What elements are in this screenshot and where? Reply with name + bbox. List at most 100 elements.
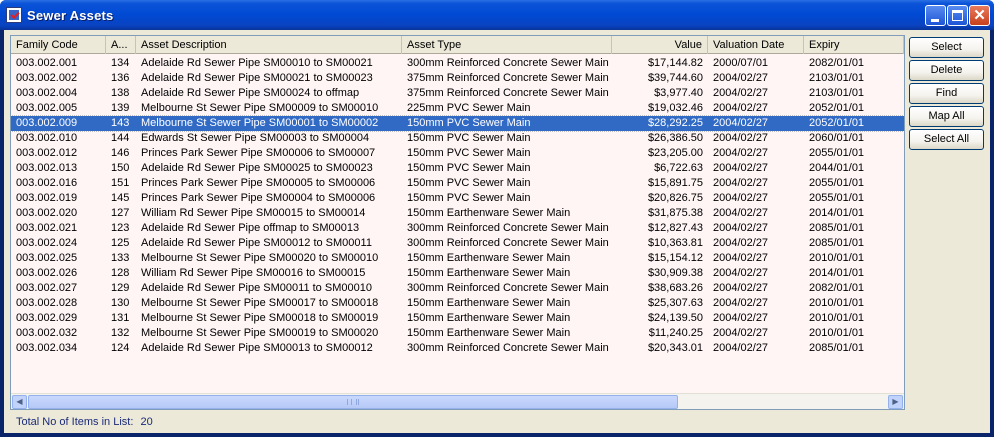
valuation-date-cell: 2004/02/27 <box>713 177 769 189</box>
family-code-cell: 003.002.016 <box>16 177 78 189</box>
value-cell: $6,722.63 <box>654 162 703 174</box>
asset-description-cell: William Rd Sewer Pipe SM00016 to SM00015 <box>141 267 366 279</box>
asset-description-cell: Adelaide Rd Sewer Pipe SM00011 to SM0001… <box>141 282 372 294</box>
asset-type-cell: 300mm Reinforced Concrete Sewer Main <box>407 342 609 354</box>
select-all-button[interactable]: Select All <box>909 129 984 150</box>
valuation-date-cell: 2004/02/27 <box>713 162 769 174</box>
family-code-cell: 003.002.024 <box>16 237 78 249</box>
map-all-button[interactable]: Map All <box>909 106 984 127</box>
family-code-cell: 003.002.001 <box>16 57 78 69</box>
find-button[interactable]: Find <box>909 83 984 104</box>
delete-button[interactable]: Delete <box>909 60 984 81</box>
asset-description-cell: Adelaide Rd Sewer Pipe SM00024 to offmap <box>141 87 360 99</box>
value-cell: $11,240.25 <box>648 327 703 339</box>
expiry-cell: 2014/01/01 <box>809 207 865 219</box>
asset-no-cell: 138 <box>111 87 130 99</box>
table-row[interactable]: 003.002.034 124 Adelaide Rd Sewer Pipe SM0… <box>11 341 904 356</box>
asset-description-cell: Melbourne St Sewer Pipe SM00019 to SM000… <box>141 327 379 339</box>
total-items-count: 20 <box>140 416 153 428</box>
table-row[interactable]: 003.002.012 146 Princes Park Sewer Pipe SM… <box>11 146 904 161</box>
table-row[interactable]: 003.002.004 138 Adelaide Rd Sewer Pipe SM0… <box>11 86 904 101</box>
family-code-cell: 003.002.021 <box>16 222 78 234</box>
family-code-cell: 003.002.027 <box>16 282 78 294</box>
title-bar[interactable]: Sewer Assets ✕ <box>0 0 994 30</box>
column-header-asset-type[interactable]: Asset Type <box>402 36 612 54</box>
table-row[interactable]: 003.002.029 131 Melbourne St Sewer Pipe SM… <box>11 311 904 326</box>
asset-type-cell: 150mm PVC Sewer Main <box>407 162 531 174</box>
value-cell: $28,292.25 <box>647 117 703 129</box>
expiry-cell: 2044/01/01 <box>809 162 865 174</box>
asset-description-cell: Adelaide Rd Sewer Pipe SM00010 to SM0002… <box>141 57 373 69</box>
asset-type-cell: 150mm PVC Sewer Main <box>407 192 531 204</box>
expiry-cell: 2085/01/01 <box>809 342 865 354</box>
table-row[interactable]: 003.002.025 133 Melbourne St Sewer Pipe SM… <box>11 251 904 266</box>
column-header-value[interactable]: Value <box>612 36 708 54</box>
expiry-cell: 2010/01/01 <box>809 297 865 309</box>
table-row[interactable]: 003.002.009 143 Melbourne St Sewer Pipe SM… <box>11 115 904 132</box>
table-row[interactable]: 003.002.028 130 Melbourne St Sewer Pipe SM… <box>11 296 904 311</box>
expiry-cell: 2052/01/01 <box>809 117 865 129</box>
asset-type-cell: 150mm PVC Sewer Main <box>407 147 531 159</box>
valuation-date-cell: 2004/02/27 <box>713 207 769 219</box>
app-icon[interactable] <box>6 7 22 23</box>
maximize-button[interactable] <box>947 5 968 26</box>
expiry-cell: 2060/01/01 <box>809 132 865 144</box>
asset-no-cell: 143 <box>111 117 130 129</box>
asset-no-cell: 124 <box>111 342 130 354</box>
valuation-date-cell: 2004/02/27 <box>713 117 769 129</box>
asset-no-cell: 133 <box>111 252 130 264</box>
value-cell: $12,827.43 <box>647 222 703 234</box>
table-row[interactable]: 003.002.010 144 Edwards St Sewer Pipe SM00… <box>11 131 904 146</box>
assets-list-view[interactable]: Family Code A... Asset Description Asset… <box>10 35 905 410</box>
expiry-cell: 2082/01/01 <box>809 57 865 69</box>
table-row[interactable]: 003.002.032 132 Melbourne St Sewer Pipe SM… <box>11 326 904 341</box>
asset-type-cell: 150mm Earthenware Sewer Main <box>407 327 571 339</box>
table-row[interactable]: 003.002.026 128 William Rd Sewer Pipe SM00… <box>11 266 904 281</box>
column-header-family-code[interactable]: Family Code <box>11 36 106 54</box>
table-row[interactable]: 003.002.019 145 Princes Park Sewer Pipe SM… <box>11 191 904 206</box>
table-row[interactable]: 003.002.013 150 Adelaide Rd Sewer Pipe SM0… <box>11 161 904 176</box>
asset-type-cell: 375mm Reinforced Concrete Sewer Main <box>407 72 609 84</box>
value-cell: $39,744.60 <box>647 72 703 84</box>
scrollbar-thumb[interactable] <box>28 395 678 409</box>
value-cell: $15,891.75 <box>647 177 703 189</box>
close-button[interactable]: ✕ <box>969 5 990 26</box>
expiry-cell: 2085/01/01 <box>809 222 865 234</box>
asset-no-cell: 145 <box>111 192 130 204</box>
expiry-cell: 2103/01/01 <box>809 72 865 84</box>
horizontal-scrollbar[interactable]: ◀ ▶ <box>11 393 904 409</box>
expiry-cell: 2055/01/01 <box>809 147 865 159</box>
table-row[interactable]: 003.002.002 136 Adelaide Rd Sewer Pipe SM0… <box>11 71 904 86</box>
family-code-cell: 003.002.020 <box>16 207 78 219</box>
family-code-cell: 003.002.002 <box>16 72 78 84</box>
table-row[interactable]: 003.002.005 139 Melbourne St Sewer Pipe SM… <box>11 101 904 116</box>
column-header-expiry[interactable]: Expiry <box>804 36 904 54</box>
asset-type-cell: 150mm PVC Sewer Main <box>407 132 531 144</box>
scroll-left-icon[interactable]: ◀ <box>12 395 27 409</box>
asset-type-cell: 150mm Earthenware Sewer Main <box>407 312 571 324</box>
asset-no-cell: 134 <box>111 57 130 69</box>
column-header-asset-no[interactable]: A... <box>106 36 136 54</box>
table-row[interactable]: 003.002.001 134 Adelaide Rd Sewer Pipe SM0… <box>11 56 904 71</box>
asset-description-cell: Adelaide Rd Sewer Pipe offmap to SM00013 <box>141 222 360 234</box>
table-row[interactable]: 003.002.016 151 Princes Park Sewer Pipe SM… <box>11 176 904 191</box>
table-row[interactable]: 003.002.020 127 William Rd Sewer Pipe SM00… <box>11 206 904 221</box>
table-row[interactable]: 003.002.024 125 Adelaide Rd Sewer Pipe SM0… <box>11 236 904 251</box>
family-code-cell: 003.002.019 <box>16 192 78 204</box>
minimize-icon <box>931 19 939 22</box>
status-footer: Total No of Items in List: 20 <box>16 416 153 428</box>
valuation-date-cell: 2004/02/27 <box>713 222 769 234</box>
table-row[interactable]: 003.002.027 129 Adelaide Rd Sewer Pipe SM0… <box>11 281 904 296</box>
scroll-right-icon[interactable]: ▶ <box>888 395 903 409</box>
column-header-asset-description[interactable]: Asset Description <box>136 36 402 54</box>
asset-description-cell: Melbourne St Sewer Pipe SM00017 to SM000… <box>141 297 379 309</box>
scrollbar-grip <box>347 399 359 405</box>
asset-description-cell: Adelaide Rd Sewer Pipe SM00025 to SM0002… <box>141 162 373 174</box>
table-row[interactable]: 003.002.021 123 Adelaide Rd Sewer Pipe off… <box>11 221 904 236</box>
family-code-cell: 003.002.013 <box>16 162 78 174</box>
valuation-date-cell: 2004/02/27 <box>713 192 769 204</box>
column-header-valuation-date[interactable]: Valuation Date <box>708 36 804 54</box>
minimize-button[interactable] <box>925 5 946 26</box>
select-button[interactable]: Select <box>909 37 984 58</box>
family-code-cell: 003.002.004 <box>16 87 78 99</box>
